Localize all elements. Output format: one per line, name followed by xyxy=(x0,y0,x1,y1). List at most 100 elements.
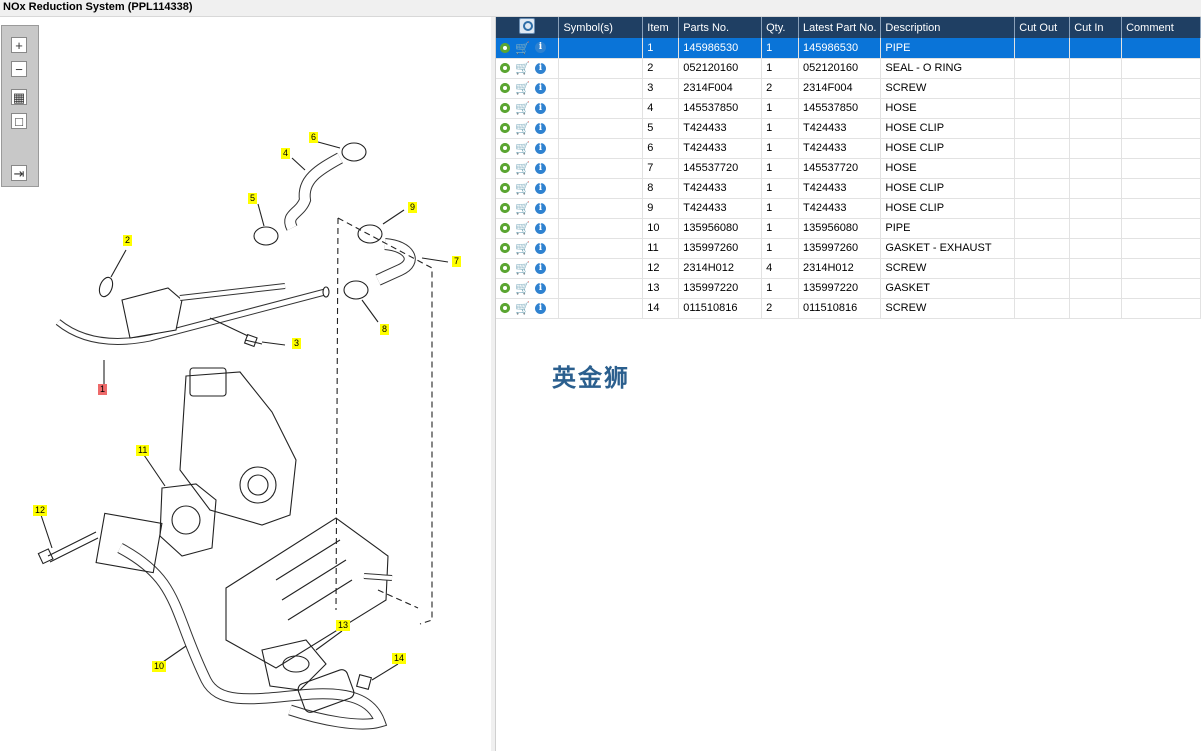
info-icon[interactable]: i xyxy=(534,82,546,94)
header-description[interactable]: Description xyxy=(880,17,1016,38)
info-icon[interactable]: i xyxy=(534,102,546,114)
cell-parts-no: 135997260 xyxy=(678,238,763,259)
cart-icon[interactable]: 🛒 xyxy=(515,282,530,294)
gear-icon[interactable] xyxy=(500,183,510,193)
gear-icon[interactable] xyxy=(500,223,510,233)
gear-icon[interactable] xyxy=(500,283,510,293)
cell-cut-in xyxy=(1069,178,1123,199)
header-cut-out[interactable]: Cut Out xyxy=(1014,17,1071,38)
cart-icon[interactable]: 🛒 xyxy=(515,42,530,54)
cart-icon[interactable]: 🛒 xyxy=(515,82,530,94)
info-icon[interactable]: i xyxy=(534,42,546,54)
table-row[interactable]: 🛒 i 11 135997260 1 135997260 GASKET - EXHAUST xyxy=(496,238,1201,259)
cart-icon[interactable]: 🛒 xyxy=(515,122,530,134)
gear-icon[interactable] xyxy=(500,42,510,53)
info-icon[interactable]: i xyxy=(534,162,546,174)
table-row[interactable]: 🛒 i 4 145537850 1 145537850 HOSE xyxy=(496,98,1201,119)
header-comment[interactable]: Comment xyxy=(1121,17,1201,38)
header-qty[interactable]: Qty. xyxy=(761,17,800,38)
cell-cut-out xyxy=(1014,98,1071,119)
info-icon[interactable]: i xyxy=(534,142,546,154)
info-icon[interactable]: i xyxy=(534,282,546,294)
info-icon[interactable]: i xyxy=(534,222,546,234)
table-row[interactable]: 🛒 i 7 145537720 1 145537720 HOSE xyxy=(496,158,1201,179)
cart-icon[interactable]: 🛒 xyxy=(515,162,530,174)
gear-icon[interactable] xyxy=(500,83,510,93)
cell-description: PIPE xyxy=(880,218,1016,239)
callout-2[interactable]: 2 xyxy=(123,235,133,246)
cell-cut-in xyxy=(1069,98,1123,119)
table-row[interactable]: 🛒 i 10 135956080 1 135956080 PIPE xyxy=(496,218,1201,239)
info-icon[interactable]: i xyxy=(534,202,546,214)
table-row[interactable]: 🛒 i 1 145986530 1 145986530 PIPE xyxy=(496,38,1201,59)
diagram-pane[interactable]: + − ▦ □ ⇥ 1 2 3 4 5 6 7 8 9 10 11 12 13 … xyxy=(0,17,492,751)
cell-latest-part-no: T424433 xyxy=(798,178,882,199)
callout-5[interactable]: 5 xyxy=(248,193,258,204)
callout-6[interactable]: 6 xyxy=(309,132,319,143)
cell-parts-no: 135997220 xyxy=(678,278,763,299)
cart-icon[interactable]: 🛒 xyxy=(515,142,530,154)
table-row[interactable]: 🛒 i 8 T424433 1 T424433 HOSE CLIP xyxy=(496,178,1201,199)
header-latest-part-no[interactable]: Latest Part No. xyxy=(798,17,882,38)
callout-13[interactable]: 13 xyxy=(336,620,351,631)
table-row[interactable]: 🛒 i 6 T424433 1 T424433 HOSE CLIP xyxy=(496,138,1201,159)
cart-icon[interactable]: 🛒 xyxy=(515,102,530,114)
gear-icon[interactable] xyxy=(500,123,510,133)
table-row[interactable]: 🛒 i 3 2314F004 2 2314F004 SCREW xyxy=(496,78,1201,99)
gear-icon[interactable] xyxy=(500,103,510,113)
cart-icon[interactable]: 🛒 xyxy=(515,242,530,254)
table-row[interactable]: 🛒 i 12 2314H012 4 2314H012 SCREW xyxy=(496,258,1201,279)
cart-icon[interactable]: 🛒 xyxy=(515,182,530,194)
gear-icon[interactable] xyxy=(500,243,510,253)
cell-item: 5 xyxy=(642,118,680,139)
gear-icon[interactable] xyxy=(500,263,510,273)
screw-12-drawing xyxy=(47,531,99,563)
cell-cut-out xyxy=(1014,178,1071,199)
table-row[interactable]: 🛒 i 2 052120160 1 052120160 SEAL - O RING xyxy=(496,58,1201,79)
callout-3[interactable]: 3 xyxy=(292,338,302,349)
cart-icon[interactable]: 🛒 xyxy=(515,262,530,274)
cell-description: SCREW xyxy=(880,258,1016,279)
cart-icon[interactable]: 🛒 xyxy=(515,62,530,74)
cell-cut-out xyxy=(1014,158,1071,179)
row-actions: 🛒 i xyxy=(496,218,560,239)
cart-icon[interactable]: 🛒 xyxy=(515,202,530,214)
gear-icon[interactable] xyxy=(500,163,510,173)
info-icon[interactable]: i xyxy=(534,262,546,274)
cart-icon[interactable]: 🛒 xyxy=(515,302,530,314)
find-icon[interactable] xyxy=(519,18,536,34)
header-find[interactable] xyxy=(496,17,560,38)
callout-1[interactable]: 1 xyxy=(98,384,108,395)
info-icon[interactable]: i xyxy=(534,62,546,74)
gear-icon[interactable] xyxy=(500,63,510,73)
gear-icon[interactable] xyxy=(500,203,510,213)
cart-icon[interactable]: 🛒 xyxy=(515,222,530,234)
gear-icon[interactable] xyxy=(500,143,510,153)
callout-7[interactable]: 7 xyxy=(452,256,462,267)
info-icon[interactable]: i xyxy=(534,302,546,314)
row-actions: 🛒 i xyxy=(496,58,560,79)
gear-icon[interactable] xyxy=(500,303,510,313)
header-symbols[interactable]: Symbol(s) xyxy=(558,17,644,38)
callout-8[interactable]: 8 xyxy=(380,324,390,335)
info-icon[interactable]: i xyxy=(534,122,546,134)
header-cut-in[interactable]: Cut In xyxy=(1069,17,1123,38)
info-icon[interactable]: i xyxy=(534,242,546,254)
header-parts-no[interactable]: Parts No. xyxy=(678,17,763,38)
header-item[interactable]: Item xyxy=(642,17,680,38)
table-row[interactable]: 🛒 i 14 011510816 2 011510816 SCREW xyxy=(496,298,1201,319)
callout-11[interactable]: 11 xyxy=(136,445,150,456)
table-row[interactable]: 🛒 i 13 135997220 1 135997220 GASKET xyxy=(496,278,1201,299)
cell-qty: 1 xyxy=(761,278,800,299)
callout-10[interactable]: 10 xyxy=(152,661,167,672)
callout-14[interactable]: 14 xyxy=(392,653,407,664)
callout-4[interactable]: 4 xyxy=(281,148,291,159)
table-row[interactable]: 🛒 i 9 T424433 1 T424433 HOSE CLIP xyxy=(496,198,1201,219)
row-actions: 🛒 i xyxy=(496,198,560,219)
cell-latest-part-no: 2314H012 xyxy=(798,258,882,279)
callout-9[interactable]: 9 xyxy=(408,202,418,213)
cell-parts-no: T424433 xyxy=(678,118,763,139)
info-icon[interactable]: i xyxy=(534,182,546,194)
callout-12[interactable]: 12 xyxy=(33,505,48,516)
table-row[interactable]: 🛒 i 5 T424433 1 T424433 HOSE CLIP xyxy=(496,118,1201,139)
